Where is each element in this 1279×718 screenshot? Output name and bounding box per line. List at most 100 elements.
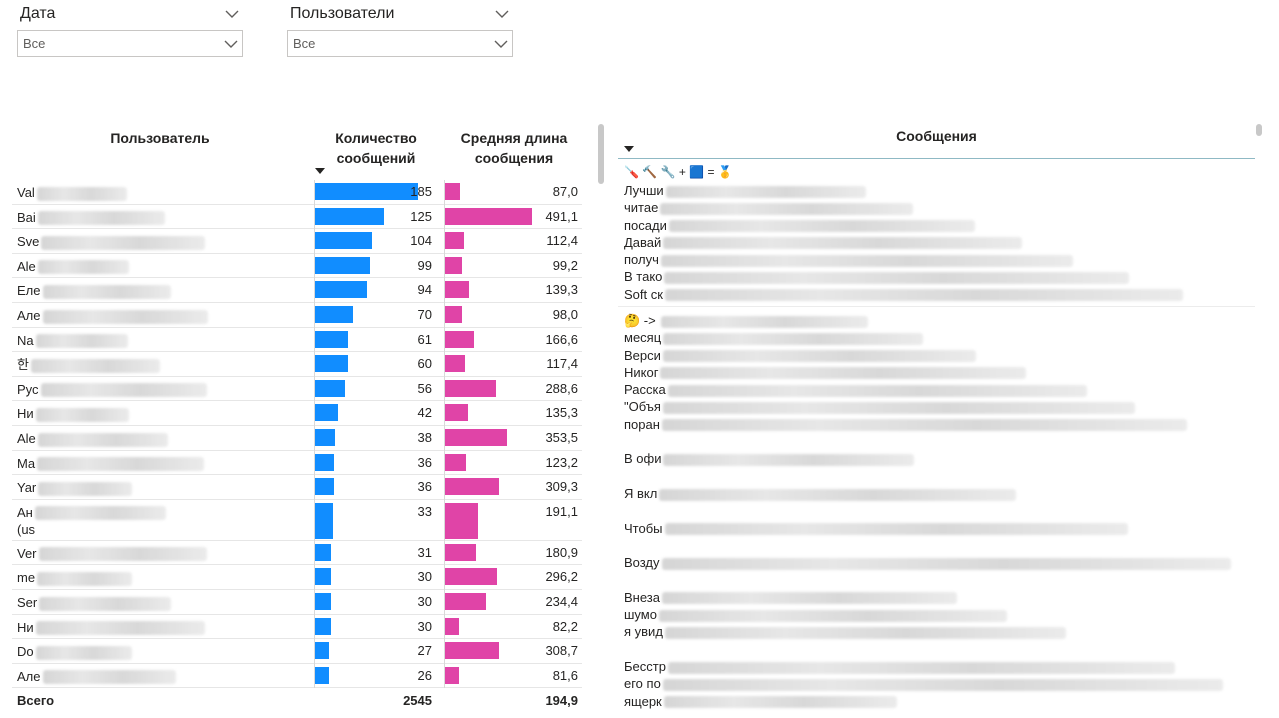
count-value: 33 — [417, 503, 432, 519]
date-slicer-title: Дата — [20, 5, 56, 22]
message-line-text: месяц — [624, 330, 662, 346]
avg-len-value: 81,6 — [552, 667, 578, 683]
count-value: 94 — [417, 282, 432, 298]
user-name-line2: (us — [17, 521, 36, 537]
user-name: me — [17, 570, 36, 586]
redacted-text — [658, 609, 1007, 622]
column-header-user[interactable]: Пользователь — [12, 128, 308, 148]
column-header-avg-len[interactable]: Средняя длина сообщения — [444, 128, 584, 168]
table-scrollbar[interactable] — [598, 124, 604, 184]
avg-len-bar — [444, 453, 467, 471]
avg-len-bar — [444, 642, 500, 660]
count-bar — [314, 306, 354, 323]
redacted-text — [665, 185, 866, 198]
table-row[interactable]: me 30 296,2 — [12, 565, 582, 590]
message-line-text: Внеза — [624, 589, 660, 605]
users-slicer-header[interactable]: Пользователи — [287, 0, 513, 28]
user-name-cell: Ни — [17, 619, 205, 636]
count-bar — [314, 379, 346, 397]
table-row[interactable]: Ver 31 180,9 — [12, 541, 582, 566]
table-row[interactable]: Рус 56 288,6 — [12, 377, 582, 402]
count-value: 38 — [417, 430, 432, 445]
message-line-text: поран — [624, 416, 660, 432]
avg-len-bar — [444, 306, 462, 323]
user-name: Ни — [17, 406, 34, 422]
axis-line-count — [314, 180, 315, 688]
message-line-text: Soft ск — [624, 286, 663, 302]
date-dropdown[interactable]: Все — [17, 30, 243, 57]
table-row[interactable]: Ma 36 123,2 — [12, 451, 582, 476]
redacted-name — [37, 457, 205, 472]
redacted-name — [37, 260, 129, 275]
totals-avg-len: 194,9 — [545, 693, 578, 708]
column-header-count[interactable]: Количество сообщений — [312, 128, 440, 168]
message-divider — [618, 306, 1255, 307]
avg-len-value: 98,0 — [552, 307, 578, 322]
message-line-text: Давай — [624, 234, 662, 250]
table-row[interactable]: Na 61 166,6 — [12, 328, 582, 353]
chevron-down-icon[interactable] — [221, 3, 243, 25]
message-line-text: 🤔 -> — [624, 313, 660, 328]
table-row[interactable]: Ale 99 99,2 — [12, 254, 582, 279]
table-row[interactable]: Do 27 308,7 — [12, 639, 582, 664]
messages-scrollbar[interactable] — [1256, 124, 1262, 136]
message-line-text: Возду — [624, 555, 660, 571]
table-row[interactable]: Bai 125 491,1 — [12, 205, 582, 230]
message-line — [624, 468, 1250, 485]
table-row[interactable]: Але 70 98,0 — [12, 303, 582, 328]
table-row[interactable]: Еле 94 139,3 — [12, 278, 582, 303]
avg-len-value: 112,4 — [546, 233, 578, 249]
message-line: Давай — [624, 234, 1250, 251]
redacted-name — [35, 621, 205, 636]
user-name: Але — [17, 308, 41, 323]
message-line: получ — [624, 251, 1250, 268]
count-bar — [314, 232, 373, 250]
table-row[interactable]: Sve 104 112,4 — [12, 229, 582, 254]
redacted-text — [660, 367, 1027, 380]
table-row[interactable]: Val 185 87,0 — [12, 180, 582, 205]
table-row[interactable]: Але 26 81,6 — [12, 664, 582, 689]
table-row[interactable]: Ан (us 33 191,1 — [12, 500, 582, 541]
chevron-down-icon[interactable] — [491, 3, 513, 25]
redacted-text — [664, 289, 1183, 302]
message-line: Soft ск — [624, 286, 1250, 303]
redacted-name — [41, 235, 206, 250]
table-row[interactable]: Yar 36 309,3 — [12, 475, 582, 500]
table-row[interactable]: Ни 42 135,3 — [12, 401, 582, 426]
redacted-name — [36, 186, 127, 201]
redacted-text — [664, 523, 1128, 536]
message-line-text: Верси — [624, 347, 661, 363]
table-row[interactable]: Ale 38 353,5 — [12, 426, 582, 451]
message-line — [624, 502, 1250, 519]
date-slicer-header[interactable]: Дата — [17, 0, 243, 28]
avg-len-bar — [444, 404, 469, 422]
user-name-cell: Ale — [17, 430, 168, 447]
redacted-name — [42, 309, 208, 324]
redacted-name — [37, 571, 133, 586]
message-line: шумо — [624, 606, 1250, 623]
avg-len-bar — [444, 502, 479, 539]
message-line: месяц — [624, 329, 1250, 346]
message-line: Верси — [624, 347, 1250, 364]
avg-len-bar — [444, 429, 508, 446]
table-row[interactable]: Ни 30 82,2 — [12, 615, 582, 640]
user-name: Ale — [17, 431, 36, 446]
table-row[interactable]: Ser 30 234,4 — [12, 590, 582, 615]
count-value: 26 — [417, 667, 432, 683]
message-line-text: В тако — [624, 269, 663, 285]
message-item[interactable]: Лучши читае посади Давай получ В тако Soft ск — [624, 182, 1250, 303]
redacted-text — [667, 384, 1087, 397]
count-value: 42 — [417, 405, 432, 421]
user-name: Ser — [17, 595, 38, 610]
redacted-name — [37, 211, 165, 226]
table-row[interactable]: 한 60 117,4 — [12, 352, 582, 377]
avg-len-bar — [444, 478, 500, 496]
message-item[interactable]: 🤔 -> месяц Верси Никог Расска "Объя поран В оф… — [624, 312, 1250, 710]
users-dropdown[interactable]: Все — [287, 30, 513, 57]
redacted-text — [664, 272, 1130, 285]
count-value: 30 — [417, 618, 432, 634]
column-header-messages[interactable]: Сообщения — [618, 128, 1255, 144]
message-line: поран — [624, 416, 1250, 433]
avg-len-value: 180,9 — [545, 544, 578, 560]
message-line: Внеза — [624, 589, 1250, 606]
